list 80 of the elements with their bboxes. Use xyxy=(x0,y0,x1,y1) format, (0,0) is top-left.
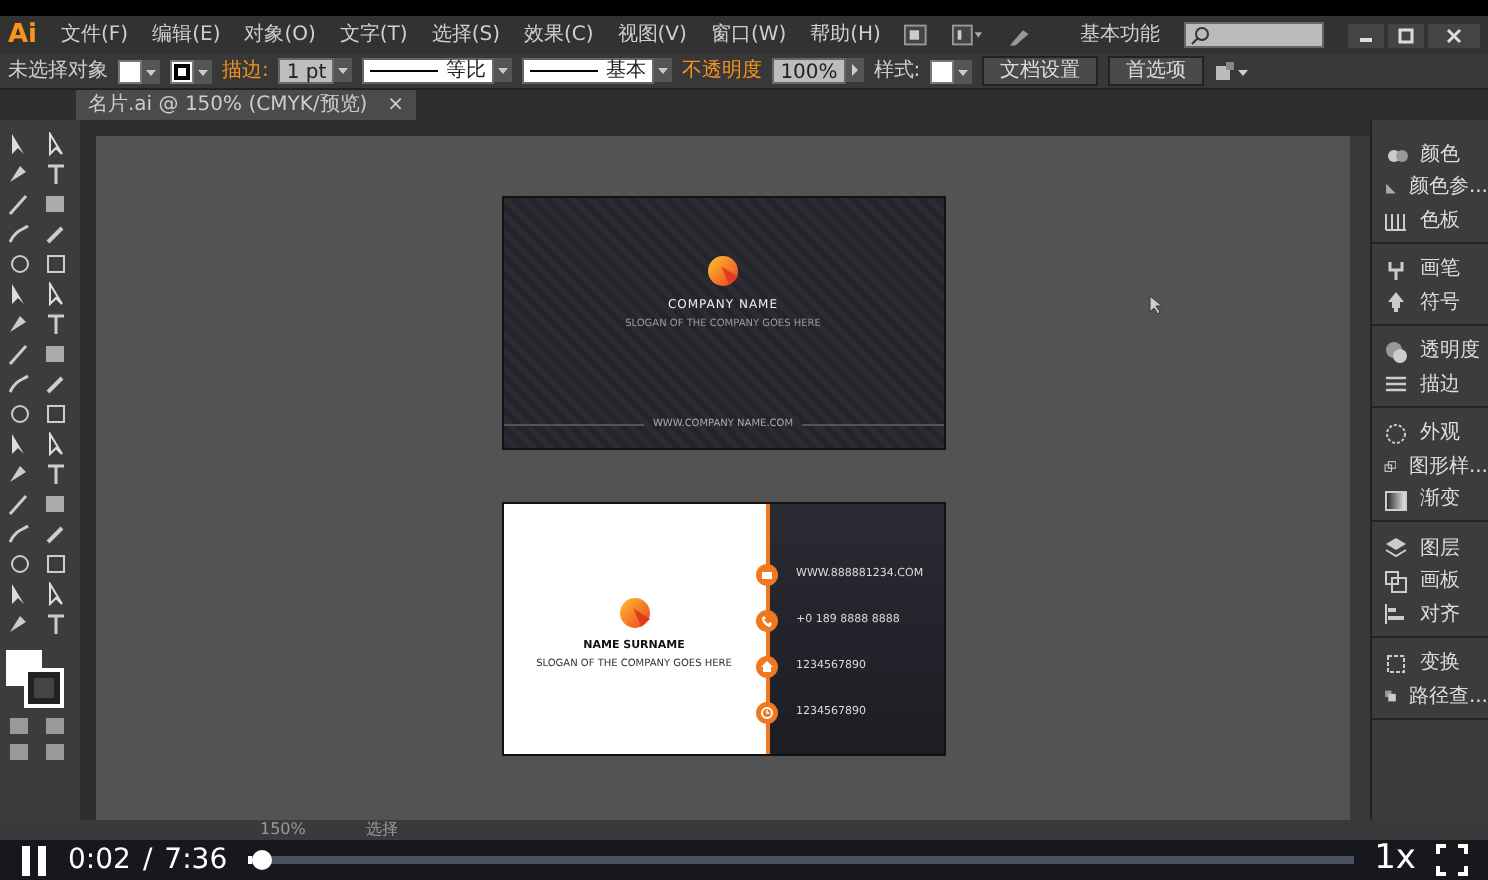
style-label: 样式: xyxy=(873,57,921,86)
fill-stroke-swatches[interactable] xyxy=(6,650,66,710)
current-time: 0:02 xyxy=(68,841,131,879)
selection-status: 未选择对象 xyxy=(8,57,108,86)
arrange-icon[interactable] xyxy=(951,24,982,46)
logo-drawing xyxy=(619,598,649,628)
panel-label[interactable]: 对齐 xyxy=(1420,599,1460,630)
panel-label[interactable]: 颜色参... xyxy=(1408,172,1488,203)
toolbar-button[interactable]: 文档设置 xyxy=(982,56,1099,86)
artboards-icon[interactable] xyxy=(1384,569,1408,594)
brush-dropdown[interactable]: 基本 xyxy=(522,58,655,84)
time-separator: / xyxy=(142,841,153,879)
swatches-icon[interactable] xyxy=(1384,208,1408,233)
panel-label[interactable]: 渐变 xyxy=(1420,484,1460,515)
opacity-field[interactable]: 100% xyxy=(772,58,846,84)
maximize-icon[interactable] xyxy=(1388,23,1424,47)
app-logo: Ai xyxy=(8,17,38,54)
panel-label[interactable]: 描边 xyxy=(1420,369,1460,400)
panel-label[interactable]: 色板 xyxy=(1420,205,1460,236)
document-tab[interactable]: 名片.ai @ 150% (CMYK/预览) × xyxy=(76,90,417,120)
align-icon[interactable] xyxy=(1384,602,1408,627)
close-icon[interactable] xyxy=(1428,23,1480,47)
circles-icon[interactable] xyxy=(1384,339,1408,364)
caret-icon[interactable] xyxy=(194,59,212,83)
workspace-switcher[interactable]: 基本功能 xyxy=(1080,20,1160,50)
panel-label[interactable]: 画笔 xyxy=(1420,254,1460,285)
pause-icon[interactable] xyxy=(20,844,48,876)
duration: 7:36 xyxy=(164,841,228,879)
search-field[interactable] xyxy=(1184,22,1324,48)
menu-item[interactable]: 对象(O) xyxy=(244,20,316,50)
caret-icon[interactable] xyxy=(142,59,160,83)
scrollbar[interactable] xyxy=(1350,136,1370,820)
fullscreen-icon[interactable] xyxy=(1436,844,1468,876)
toolbar-button[interactable]: 首选项 xyxy=(1108,56,1205,86)
progress-thumb[interactable] xyxy=(252,850,273,870)
document-title: 名片.ai @ 150% (CMYK/预览) xyxy=(88,91,368,120)
panel-label[interactable]: 路径查... xyxy=(1408,681,1488,712)
logo-drawing xyxy=(708,256,738,286)
tool-status: 选择 xyxy=(365,820,398,840)
caret-icon[interactable] xyxy=(654,58,673,82)
panel-label[interactable]: 符号 xyxy=(1420,287,1460,318)
mouse-cursor-icon xyxy=(1148,294,1164,316)
menu-item[interactable]: 选择(S) xyxy=(431,20,500,50)
speed-button[interactable]: 1x xyxy=(1374,834,1416,880)
minimize-icon[interactable] xyxy=(1348,23,1384,47)
lines-icon[interactable] xyxy=(1384,372,1408,397)
menu-item[interactable]: 帮助(H) xyxy=(810,20,881,50)
panel-label[interactable]: 透明度 xyxy=(1420,336,1480,367)
dotted-circle-icon[interactable] xyxy=(1384,421,1408,446)
search-icon xyxy=(1190,25,1210,45)
panel-label[interactable]: 图层 xyxy=(1420,533,1460,564)
stroke-weight-field[interactable]: 1 pt xyxy=(278,58,335,84)
panel-label[interactable]: 颜色 xyxy=(1420,139,1460,170)
menu-item[interactable]: 视图(V) xyxy=(617,20,687,50)
brush-icon[interactable] xyxy=(1384,257,1408,282)
transform-icon[interactable] xyxy=(1384,651,1408,676)
menu-item[interactable]: 窗口(W) xyxy=(710,20,787,50)
menu-item[interactable]: 文字(T) xyxy=(339,20,408,50)
fill-swatch[interactable] xyxy=(118,59,142,83)
menu-item[interactable]: 效果(C) xyxy=(523,20,594,50)
caret-icon[interactable] xyxy=(494,58,513,82)
opacity-label: 不透明度 xyxy=(682,57,763,86)
gradient-icon[interactable] xyxy=(1384,487,1408,512)
profile-dropdown[interactable]: 等比 xyxy=(362,58,495,84)
tab-close-button[interactable]: × xyxy=(387,90,405,120)
panel-label[interactable]: 画板 xyxy=(1420,566,1460,597)
progress-track[interactable] xyxy=(247,850,1355,870)
menu-item[interactable]: 编辑(E) xyxy=(152,20,221,50)
caret-icon[interactable] xyxy=(954,59,973,83)
stroke-label: 描边: xyxy=(222,57,269,86)
zoom-field[interactable]: 150% xyxy=(260,820,306,840)
caret-icon[interactable] xyxy=(334,58,353,82)
stroke-swatch[interactable] xyxy=(170,59,194,83)
panel-label[interactable]: 外观 xyxy=(1420,418,1460,449)
panel-label[interactable]: 变换 xyxy=(1420,648,1460,679)
style-swatch[interactable] xyxy=(930,59,955,83)
arrange-icon[interactable] xyxy=(1214,59,1251,83)
layers-icon[interactable] xyxy=(1384,536,1408,561)
panel-label[interactable]: 图形样... xyxy=(1408,451,1488,482)
menu-item[interactable]: 文件(F) xyxy=(61,20,129,50)
